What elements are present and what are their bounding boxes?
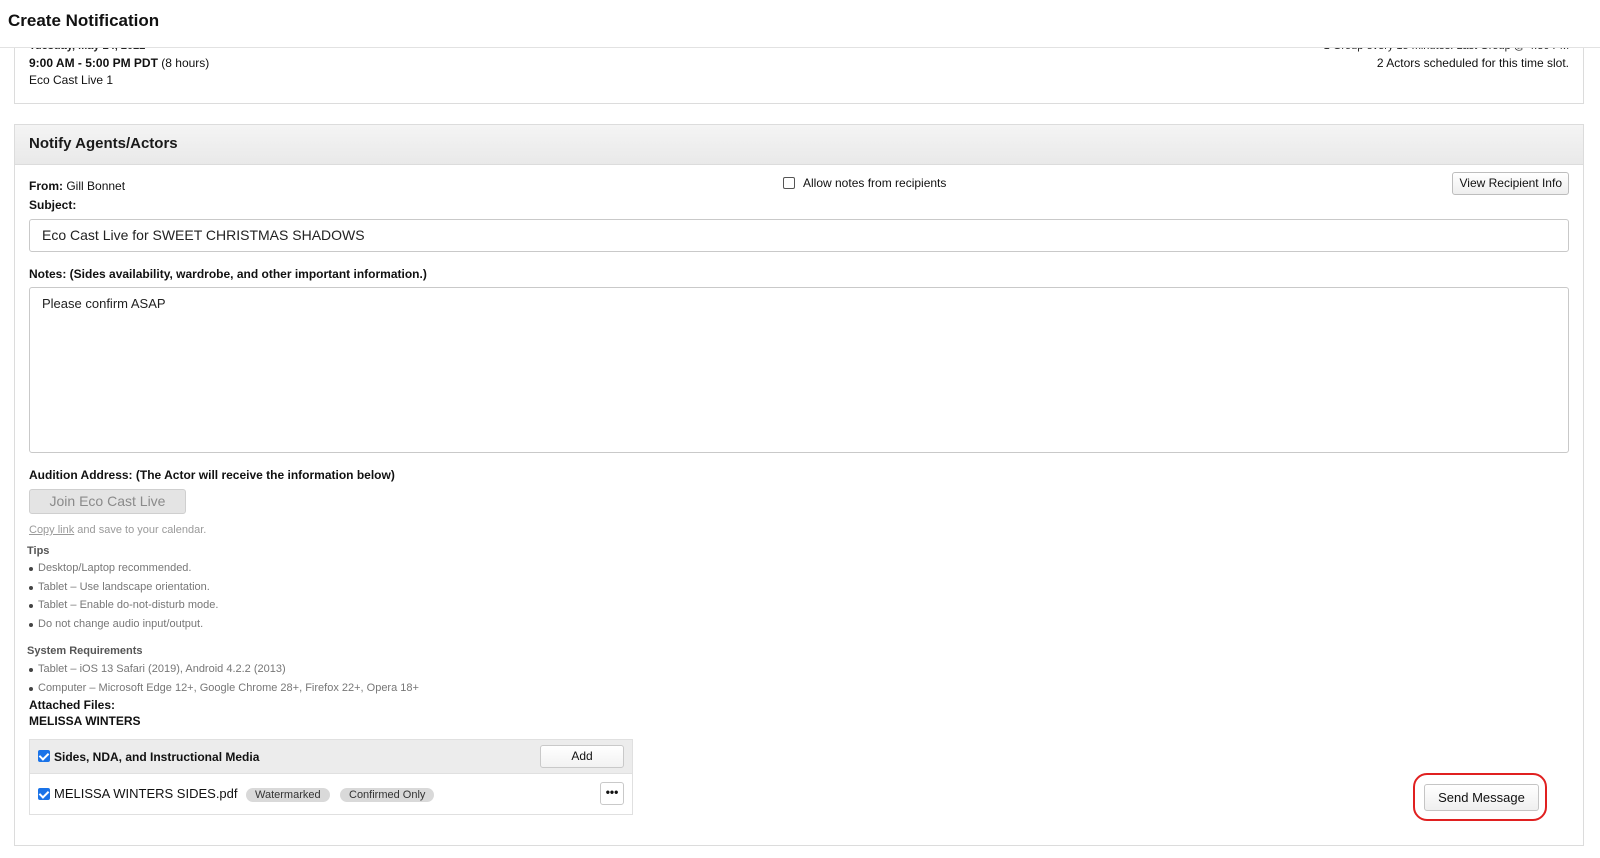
view-recipient-info-button[interactable]: View Recipient Info <box>1452 172 1569 195</box>
system-requirements-list: Tablet – iOS 13 Safari (2019), Android 4… <box>27 660 419 697</box>
from-line: From: Gill Bonnet <box>29 179 125 193</box>
allow-notes-label: Allow notes from recipients <box>803 176 947 190</box>
sysreq-item: Tablet – iOS 13 Safari (2019), Android 4… <box>27 660 419 679</box>
tip-item: Desktop/Laptop recommended. <box>27 559 218 578</box>
from-value: Gill Bonnet <box>66 179 126 193</box>
add-file-button[interactable]: Add <box>540 745 624 768</box>
page-header: Create Notification <box>0 0 1600 48</box>
file-more-options-button[interactable]: ••• <box>600 782 624 805</box>
file-name[interactable]: MELISSA WINTERS SIDES.pdf <box>54 786 238 801</box>
system-requirements-title: System Requirements <box>27 645 143 657</box>
copy-link[interactable]: Copy link <box>29 524 74 536</box>
file-checkbox[interactable] <box>38 788 50 800</box>
send-message-highlight: Send Message <box>1413 773 1547 821</box>
files-group-title: Sides, NDA, and Instructional Media <box>54 750 260 764</box>
notes-label: Notes: (Sides availability, wardrobe, an… <box>29 267 427 281</box>
send-message-button[interactable]: Send Message <box>1424 784 1539 811</box>
tips-title: Tips <box>27 545 50 557</box>
venue-text: Eco Cast Live 1 <box>29 73 114 87</box>
page-title: Create Notification <box>8 11 160 30</box>
attached-recipient-name: MELISSA WINTERS <box>29 714 141 728</box>
slot-info-text: 2 Actors scheduled for this time slot. <box>1376 56 1569 70</box>
time-range: 9:00 AM - 5:00 PM PDT (8 hours) <box>29 56 209 70</box>
tip-item: Tablet – Enable do-not-disturb mode. <box>27 596 218 615</box>
allow-notes-checkbox[interactable] <box>783 177 795 189</box>
notify-card: Notify Agents/Actors From: Gill Bonnet A… <box>14 124 1584 846</box>
watermarked-badge: Watermarked <box>246 788 330 802</box>
subject-input[interactable]: Eco Cast Live for SWEET CHRISTMAS SHADOW… <box>29 219 1569 252</box>
join-eco-cast-live-button[interactable]: Join Eco Cast Live <box>29 489 186 514</box>
tip-item: Do not change audio input/output. <box>27 615 218 634</box>
section-title: Notify Agents/Actors <box>29 135 178 152</box>
allow-notes-toggle[interactable]: Allow notes from recipients <box>783 176 946 190</box>
sysreq-item: Computer – Microsoft Edge 12+, Google Ch… <box>27 679 419 698</box>
copy-link-suffix: and save to your calendar. <box>74 524 207 536</box>
files-group-header: Sides, NDA, and Instructional Media Add <box>30 740 632 774</box>
files-group-checkbox[interactable] <box>38 750 50 762</box>
from-label: From: <box>29 179 63 193</box>
attached-files-label: Attached Files: <box>29 698 116 712</box>
tips-list: Desktop/Laptop recommended. Tablet – Use… <box>27 559 218 633</box>
confirmed-only-badge: Confirmed Only <box>340 788 435 802</box>
notify-card-header: Notify Agents/Actors <box>15 125 1583 165</box>
notes-textarea[interactable]: Please confirm ASAP <box>29 287 1569 453</box>
tip-item: Tablet – Use landscape orientation. <box>27 578 218 597</box>
audition-address-label: Audition Address: (The Actor will receiv… <box>29 468 395 482</box>
file-row: MELISSA WINTERS SIDES.pdf Watermarked Co… <box>30 774 632 814</box>
time-range-value: 9:00 AM - 5:00 PM PDT <box>29 56 158 70</box>
duration-text: (8 hours) <box>161 56 210 70</box>
subject-label: Subject: <box>29 198 77 212</box>
copy-link-line: Copy link and save to your calendar. <box>29 524 206 536</box>
attached-files-table: Sides, NDA, and Instructional Media Add … <box>29 739 633 815</box>
